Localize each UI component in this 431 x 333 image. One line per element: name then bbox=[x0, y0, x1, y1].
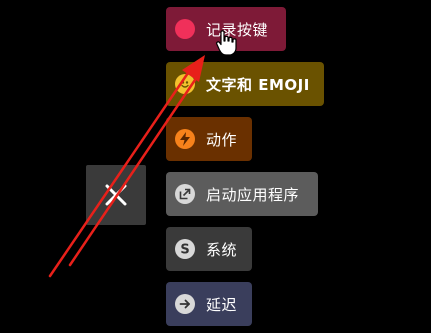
menu-item-label: 文字和 EMOJI bbox=[206, 75, 310, 94]
record-dot-icon bbox=[175, 19, 195, 39]
menu-item-record-keys[interactable]: 记录按键 bbox=[166, 7, 286, 51]
emoji-icon bbox=[175, 74, 195, 94]
menu-item-label: 启动应用程序 bbox=[206, 185, 300, 204]
menu-item-system[interactable]: S 系统 bbox=[166, 227, 252, 271]
menu-item-label: 系统 bbox=[206, 240, 238, 259]
menu-item-text-emoji[interactable]: 文字和 EMOJI bbox=[166, 62, 324, 106]
close-button[interactable] bbox=[86, 165, 146, 225]
menu-item-label: 动作 bbox=[206, 130, 238, 149]
launch-app-icon bbox=[175, 184, 195, 204]
svg-text:S: S bbox=[180, 243, 189, 257]
menu-item-label: 记录按键 bbox=[206, 20, 269, 39]
menu-item-delay[interactable]: 延迟 bbox=[166, 282, 252, 326]
system-s-icon: S bbox=[175, 239, 195, 259]
close-icon bbox=[105, 184, 127, 206]
menu-item-action[interactable]: 动作 bbox=[166, 117, 252, 161]
menu-item-label: 延迟 bbox=[206, 295, 238, 314]
lightning-icon bbox=[175, 129, 195, 149]
menu-item-launch-app[interactable]: 启动应用程序 bbox=[166, 172, 318, 216]
arrow-right-icon bbox=[175, 294, 195, 314]
